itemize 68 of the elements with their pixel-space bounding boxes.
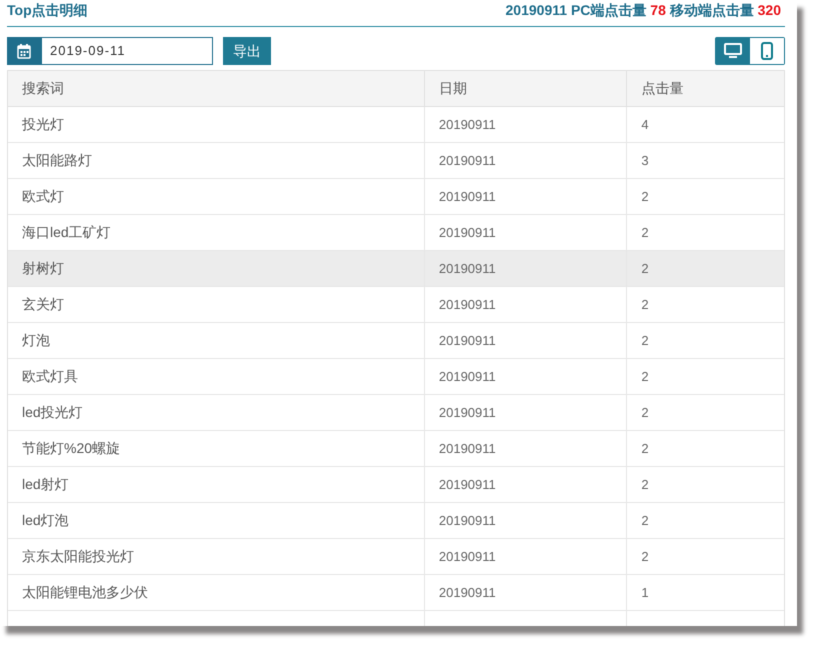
- table-cell-text: 2: [641, 440, 649, 458]
- desktop-icon: [724, 43, 742, 59]
- column-header: 搜索词: [22, 79, 64, 98]
- table-cell-text: led射灯: [22, 475, 69, 494]
- table-cell-text: 20190911: [438, 296, 496, 314]
- table-cell-text: 2: [641, 476, 649, 494]
- table-cell-text: 2: [641, 368, 649, 386]
- table-cell-text: 20190911: [438, 440, 496, 458]
- table-row[interactable]: 京东太阳能投光灯 20190911 2: [8, 539, 784, 575]
- table-cell-text: 2: [641, 188, 649, 206]
- table-cell-text: 20190911: [438, 548, 496, 566]
- table-row[interactable]: 太阳能路灯 20190911 3: [8, 143, 784, 179]
- table-cell-text: led灯泡: [22, 511, 69, 530]
- table-row[interactable]: led射灯 20190911 2: [8, 467, 784, 503]
- table-cell-text: 20190911: [438, 116, 496, 134]
- table-cell-text: 灯泡: [22, 331, 50, 350]
- view-toggle-button[interactable]: [716, 38, 750, 64]
- table-cell-text: 2: [641, 332, 649, 350]
- export-button[interactable]: 导出: [223, 37, 271, 65]
- table-cell-text: 20190911: [438, 476, 496, 494]
- table-cell-text: 2: [641, 512, 649, 530]
- table-cell-text: 20190911: [438, 188, 496, 206]
- phone-icon: [761, 42, 773, 60]
- table-cell-text: 太阳能锂电池多少伏: [22, 583, 148, 602]
- table-cell-text: 2: [641, 296, 649, 314]
- table-cell-text: 20190911: [438, 404, 496, 422]
- table-row[interactable]: led灯泡 20190911 2: [8, 503, 784, 539]
- table-cell-text: 3: [641, 152, 649, 170]
- table-row[interactable]: 欧式灯具 20190911 2: [8, 359, 784, 395]
- table-row[interactable]: 射树灯 20190911 2: [8, 251, 784, 287]
- table-cell-text: 20190911: [438, 584, 496, 602]
- panel-title: Top点击明细: [7, 1, 88, 20]
- column-header: 点击量: [641, 79, 684, 98]
- click-summary: 20190911 PC端点击量 78 移动端点击量 320: [506, 1, 782, 20]
- table-cell-text: 4: [641, 116, 649, 134]
- table-cell-text: 欧式灯具: [22, 367, 78, 386]
- calendar-icon: [17, 44, 31, 58]
- table-row[interactable]: 节能灯%20螺旋 20190911 2: [8, 431, 784, 467]
- table-cell-text: 太阳能路灯: [22, 151, 92, 170]
- date-field[interactable]: 2019-09-11: [41, 37, 213, 65]
- table-cell-text: 欧式灯: [22, 187, 64, 206]
- table-cell-text: 20190911: [438, 368, 496, 386]
- calendar-button[interactable]: [7, 37, 41, 65]
- table-cell-text: 20190911: [438, 152, 496, 170]
- table-row[interactable]: 玄关灯 20190911 2: [8, 287, 784, 323]
- table-row[interactable]: 投光灯 20190911 4: [8, 107, 784, 143]
- table-cell-text: 京东太阳能投光灯: [22, 547, 134, 566]
- table-row[interactable]: led投光灯 20190911 2: [8, 395, 784, 431]
- table-cell-text: 玄关灯: [22, 295, 64, 314]
- table-cell-text: 20190911: [438, 332, 496, 350]
- column-header: 日期: [438, 79, 467, 98]
- table-cell-text: 20190911: [438, 224, 496, 242]
- table-cell-text: 1: [641, 584, 649, 602]
- table-cell-text: 2: [641, 224, 649, 242]
- table-cell-text: 投光灯: [22, 115, 64, 134]
- table-cell-text: 2: [641, 260, 649, 278]
- table-cell-text: 节能灯%20螺旋: [22, 439, 120, 458]
- table-cell-text: 射树灯: [22, 259, 64, 278]
- table-row[interactable]: 海口led工矿灯 20190911 2: [8, 215, 784, 251]
- table-row[interactable]: 灯泡 20190911 2: [8, 323, 784, 359]
- table-cell-text: 20190911: [438, 512, 496, 530]
- table-row[interactable]: 欧式灯 20190911 2: [8, 179, 784, 215]
- table-cell-text: 海口led工矿灯: [22, 223, 111, 242]
- table-cell-text: led投光灯: [22, 403, 83, 422]
- table-cell-text: 2: [641, 548, 649, 566]
- table-cell-text: 20190911: [438, 260, 496, 278]
- table-cell-text: 2: [641, 404, 649, 422]
- table-row[interactable]: 太阳能锂电池多少伏 20190911 1: [8, 575, 784, 611]
